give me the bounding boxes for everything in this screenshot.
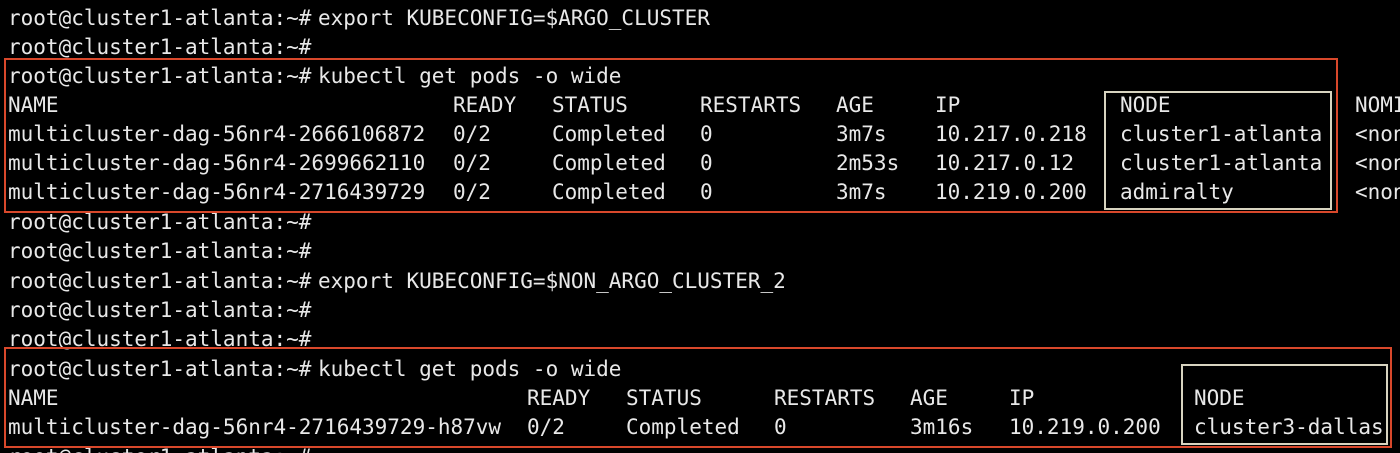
shell-prompt: root@cluster1-atlanta:~# xyxy=(8,443,311,453)
pod-status: Completed xyxy=(626,415,740,439)
terminal-line: root@cluster1-atlanta:~# xyxy=(8,325,311,353)
column-header-name: NAME xyxy=(8,386,59,410)
pod-name: multicluster-dag-56nr4-2716439729-h87vw xyxy=(8,415,502,439)
terminal-line: root@cluster1-atlanta:~# kubectl get pod… xyxy=(8,62,621,90)
pod-age: 3m7s xyxy=(836,122,887,146)
column-header-age: AGE xyxy=(910,386,948,410)
column-header-name: NAME xyxy=(8,93,59,117)
pod-status: Completed xyxy=(552,122,666,146)
pod-name: multicluster-dag-56nr4-2666106872 xyxy=(8,122,426,146)
pod-age: 3m16s xyxy=(910,415,974,439)
terminal-line: root@cluster1-atlanta:~# xyxy=(8,208,311,236)
column-header-node: NODE xyxy=(1120,93,1171,117)
terminal-window[interactable]: root@cluster1-atlanta:~# export KUBECONF… xyxy=(0,0,1400,453)
pod-nominated-node: <non xyxy=(1355,151,1400,175)
shell-prompt: root@cluster1-atlanta:~# xyxy=(8,64,312,88)
pod-node: cluster1-atlanta xyxy=(1120,122,1323,146)
pod-name: multicluster-dag-56nr4-2716439729 xyxy=(8,180,426,204)
command-text: export KUBECONFIG=$ARGO_CLUSTER xyxy=(318,6,710,30)
pod-ready: 0/2 xyxy=(453,180,491,204)
terminal-line: root@cluster1-atlanta:~# export KUBECONF… xyxy=(8,267,786,295)
table-header: NAME READY STATUS RESTARTS AGE IP NODE xyxy=(8,384,1245,412)
pod-node: admiralty xyxy=(1120,180,1234,204)
pod-nominated-node: <non xyxy=(1355,180,1400,204)
command-text: kubectl get pods -o wide xyxy=(318,357,622,381)
shell-prompt: root@cluster1-atlanta:~# xyxy=(8,6,312,30)
column-header-age: AGE xyxy=(836,93,874,117)
table-header: NAME READY STATUS RESTARTS AGE IP NODE N… xyxy=(8,91,1400,119)
column-header-restarts: RESTARTS xyxy=(774,386,876,410)
pod-ready: 0/2 xyxy=(453,151,491,175)
terminal-line-partial: root@cluster1-atlanta:~# xyxy=(8,443,311,453)
command-text: export KUBECONFIG=$NON_ARGO_CLUSTER_2 xyxy=(318,269,786,293)
pod-node: cluster1-atlanta xyxy=(1120,151,1323,175)
column-header-ip: IP xyxy=(1009,386,1035,410)
pod-status: Completed xyxy=(552,180,666,204)
pod-ip: 10.219.0.200 xyxy=(935,180,1087,204)
pod-status: Completed xyxy=(552,151,666,175)
column-header-restarts: RESTARTS xyxy=(700,93,802,117)
shell-prompt: root@cluster1-atlanta:~# xyxy=(8,35,312,59)
shell-prompt: root@cluster1-atlanta:~# xyxy=(8,357,312,381)
pod-ip: 10.217.0.12 xyxy=(935,151,1075,175)
terminal-line: root@cluster1-atlanta:~# xyxy=(8,296,311,324)
terminal-line: root@cluster1-atlanta:~# kubectl get pod… xyxy=(8,355,621,383)
pod-ip: 10.219.0.200 xyxy=(1009,415,1161,439)
pod-age: 3m7s xyxy=(836,180,887,204)
terminal-line: root@cluster1-atlanta:~# export KUBECONF… xyxy=(8,4,710,32)
pod-nominated-node: <non xyxy=(1355,122,1400,146)
pod-ip: 10.217.0.218 xyxy=(935,122,1087,146)
pod-restarts: 0 xyxy=(700,151,713,175)
pod-ready: 0/2 xyxy=(453,122,491,146)
shell-prompt: root@cluster1-atlanta:~# xyxy=(8,239,312,263)
table-row: multicluster-dag-56nr4-2699662110 0/2 Co… xyxy=(8,149,1400,177)
shell-prompt: root@cluster1-atlanta:~# xyxy=(8,298,312,322)
pod-name: multicluster-dag-56nr4-2699662110 xyxy=(8,151,426,175)
pod-node: cluster3-dallas xyxy=(1194,415,1384,439)
column-header-status: STATUS xyxy=(552,93,628,117)
column-header-ip: IP xyxy=(935,93,961,117)
pod-age: 2m53s xyxy=(836,151,900,175)
pod-restarts: 0 xyxy=(700,122,713,146)
column-header-node: NODE xyxy=(1194,386,1245,410)
column-header-ready: READY xyxy=(453,93,517,117)
terminal-line: root@cluster1-atlanta:~# xyxy=(8,237,311,265)
column-header-ready: READY xyxy=(527,386,591,410)
table-row: multicluster-dag-56nr4-2716439729-h87vw … xyxy=(8,413,1384,441)
shell-prompt: root@cluster1-atlanta:~# xyxy=(8,269,312,293)
shell-prompt: root@cluster1-atlanta:~# xyxy=(8,210,312,234)
pod-restarts: 0 xyxy=(774,415,787,439)
command-text: kubectl get pods -o wide xyxy=(318,64,622,88)
shell-prompt: root@cluster1-atlanta:~# xyxy=(8,327,312,351)
pod-ready: 0/2 xyxy=(527,415,565,439)
column-header-status: STATUS xyxy=(626,386,702,410)
pod-restarts: 0 xyxy=(700,180,713,204)
table-row: multicluster-dag-56nr4-2666106872 0/2 Co… xyxy=(8,120,1400,148)
terminal-line: root@cluster1-atlanta:~# xyxy=(8,33,311,61)
column-header-nominated: NOMI xyxy=(1355,93,1400,117)
table-row: multicluster-dag-56nr4-2716439729 0/2 Co… xyxy=(8,178,1400,206)
